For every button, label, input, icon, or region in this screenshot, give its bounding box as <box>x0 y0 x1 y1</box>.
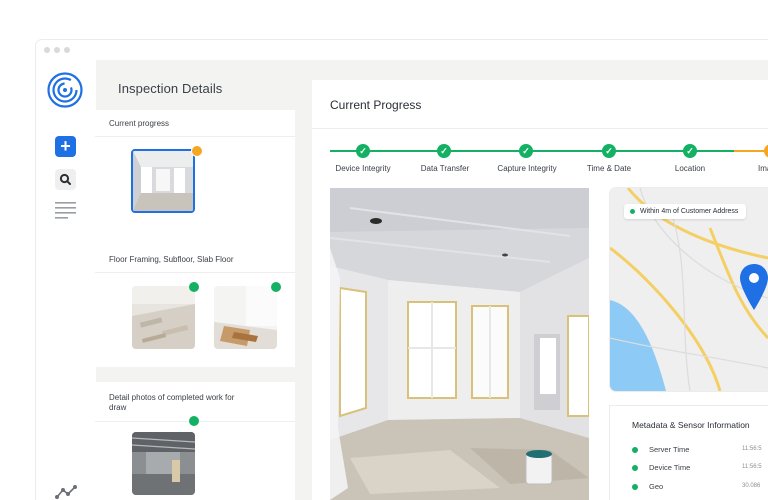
metadata-title: Metadata & Sensor Information <box>632 420 750 430</box>
list-icon[interactable] <box>55 201 76 219</box>
inspection-card-floor-framing[interactable]: Floor Framing, Subfloor, Slab Floor <box>95 246 295 367</box>
step-label: Capture Integrity <box>497 164 557 173</box>
step-label: Image <box>758 164 768 173</box>
metadata-value: 11:56:5 <box>742 464 762 470</box>
pending-step-icon <box>764 144 768 158</box>
inspection-card-current-progress[interactable]: Current progress <box>95 110 295 257</box>
plus-icon[interactable]: + <box>55 136 76 157</box>
card-divider <box>95 272 295 273</box>
floor-photo-thumbnail[interactable] <box>132 286 195 349</box>
progress-track-pending <box>734 150 768 152</box>
progress-photo-thumbnail[interactable] <box>131 149 195 213</box>
card-title: Detail photos of completed work for draw <box>109 393 235 412</box>
check-icon: ✓ <box>356 144 370 158</box>
status-badge <box>189 282 199 292</box>
panel-title: Current Progress <box>330 98 422 112</box>
status-badge <box>191 145 203 157</box>
metadata-label: Device Time <box>649 463 691 472</box>
page-title: Inspection Details <box>118 81 223 96</box>
check-icon: ✓ <box>437 144 451 158</box>
sidebar: + <box>36 60 96 500</box>
check-icon: ✓ <box>519 144 533 158</box>
metadata-value: 30.086 <box>742 483 761 489</box>
status-badge <box>189 416 199 426</box>
location-status-pill: Within 4m of Customer Address <box>624 204 747 219</box>
success-dot-icon <box>632 484 638 490</box>
metadata-value: 11:56:5 <box>742 446 762 452</box>
search-icon[interactable] <box>55 169 76 190</box>
location-status-text: Within 4m of Customer Address <box>640 208 739 215</box>
card-title: Floor Framing, Subfloor, Slab Floor <box>109 255 234 264</box>
subfloor-photo-thumbnail[interactable] <box>214 286 277 349</box>
step-label: Time & Date <box>586 164 632 173</box>
status-badge <box>271 282 281 292</box>
window-dot-icon <box>64 47 70 53</box>
window-dot-icon <box>54 47 60 53</box>
chart-icon[interactable] <box>55 484 77 500</box>
app-window: + Inspection Details Current progress Fl… <box>36 40 768 500</box>
inspection-card-detail-photos[interactable]: Detail photos of completed work for draw <box>95 382 295 500</box>
step-label: Device Integrity <box>335 164 391 173</box>
card-title: Current progress <box>109 119 170 128</box>
detail-photo-thumbnail[interactable] <box>132 432 195 495</box>
inspection-photo[interactable] <box>330 188 589 500</box>
step-label: Data Transfer <box>420 164 470 173</box>
window-titlebar <box>36 40 768 60</box>
success-dot-icon <box>630 209 635 214</box>
check-icon: ✓ <box>602 144 616 158</box>
step-label: Location <box>674 164 706 173</box>
card-divider <box>95 136 295 137</box>
check-icon: ✓ <box>683 144 697 158</box>
panel-divider <box>312 128 768 129</box>
concentric-circles-logo[interactable] <box>47 72 83 108</box>
current-progress-panel: Current Progress ✓ ✓ ✓ ✓ ✓ Device Integr… <box>312 80 768 500</box>
metadata-label: Server Time <box>649 445 690 454</box>
success-dot-icon <box>632 465 638 471</box>
metadata-label: Geo <box>649 482 664 491</box>
location-map[interactable]: Within 4m of Customer Address <box>610 188 768 391</box>
success-dot-icon <box>632 447 638 453</box>
window-dot-icon <box>44 47 50 53</box>
metadata-panel: Metadata & Sensor Information Server Tim… <box>610 406 768 500</box>
